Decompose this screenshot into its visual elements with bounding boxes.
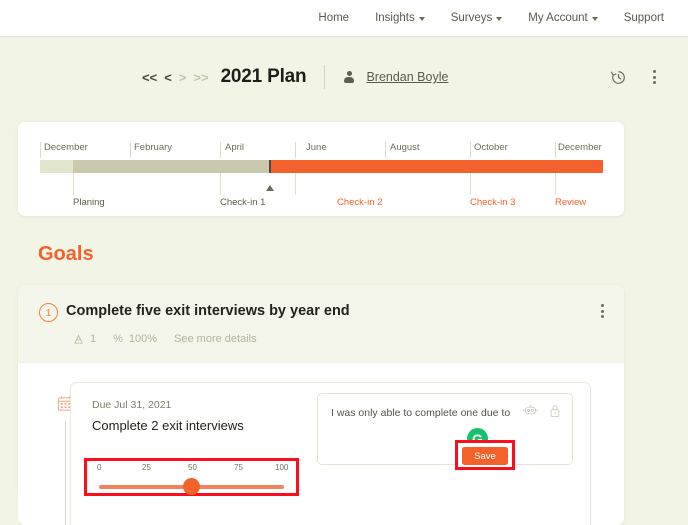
timeline-month-divider	[130, 142, 131, 158]
save-button[interactable]: Save	[462, 447, 508, 465]
slider-highlight-box: 0 25 50 75 100	[84, 458, 299, 496]
nav-item-my-account[interactable]: My Account	[528, 12, 597, 24]
timeline-inner: December February April June August Octo…	[40, 142, 603, 213]
slider-tick-50: 50	[188, 463, 197, 472]
nav-item-surveys[interactable]: Surveys	[451, 12, 503, 24]
nav-item-home[interactable]: Home	[318, 12, 349, 24]
nav-item-label: My Account	[528, 12, 587, 24]
person-icon	[343, 71, 355, 84]
top-navigation-bar: Home Insights Surveys My Account Support	[0, 0, 688, 37]
timeline-month-divider	[220, 142, 221, 158]
slider-tick-75: 75	[234, 463, 243, 472]
task-area: Due Jul 31, 2021 Complete 2 exit intervi…	[18, 363, 624, 525]
goal-card: 1 Complete five exit interviews by year …	[18, 285, 624, 525]
timeline-today-marker	[269, 160, 271, 173]
task-name: Complete 2 exit interviews	[92, 418, 244, 433]
timeline-milestone-checkin-3[interactable]: Check-in 3	[470, 197, 515, 208]
timeline-month-label: December	[44, 142, 88, 153]
percent-icon: %	[113, 333, 123, 345]
chevron-down-icon	[496, 17, 502, 21]
timeline-month-divider	[555, 142, 556, 158]
page-left-margin	[0, 490, 18, 525]
pager-next-button[interactable]: >	[179, 71, 187, 84]
header-divider	[324, 65, 325, 89]
plan-pager: << < > >>	[142, 71, 209, 84]
nav-item-label: Insights	[375, 12, 415, 24]
timeline-month-label: June	[306, 142, 327, 153]
timeline-month-label: December	[558, 142, 602, 153]
chevron-down-icon	[419, 17, 425, 21]
timeline-month-label: April	[225, 142, 244, 153]
history-icon[interactable]	[610, 69, 627, 86]
timeline-milestone-tick	[220, 173, 221, 195]
timeline-month-label: October	[474, 142, 508, 153]
nav-item-label: Home	[318, 12, 349, 24]
goal-meta-row: 1 % 100% See more details	[73, 333, 257, 345]
goal-progress-value: 100%	[129, 333, 157, 345]
timeline-milestone-label-row: Planing Check-in 1 Check-in 2 Check-in 3…	[40, 197, 603, 213]
timeline-milestone-planning[interactable]: Planing	[73, 197, 105, 208]
lock-icon[interactable]	[549, 404, 561, 423]
timeline-milestone-tick	[295, 173, 296, 195]
goal-progress: % 100%	[113, 333, 157, 345]
timeline-milestone-tick	[73, 173, 74, 195]
task-timeline-connector	[65, 421, 66, 525]
timeline-card: December February April June August Octo…	[18, 122, 624, 216]
nav-item-insights[interactable]: Insights	[375, 12, 425, 24]
slider-tick-25: 25	[142, 463, 151, 472]
timeline-month-divider	[385, 142, 386, 158]
timeline-month-label: February	[134, 142, 172, 153]
goal-weight: 1	[73, 333, 96, 345]
save-highlight-box: Save	[455, 440, 515, 470]
pager-last-button[interactable]: >>	[193, 71, 208, 84]
timeline-segment-upcoming	[270, 160, 603, 173]
slider-tick-100: 100	[275, 463, 288, 472]
slider-tick-0: 0	[97, 463, 101, 472]
pager-first-button[interactable]: <<	[142, 71, 157, 84]
weight-icon	[73, 334, 84, 345]
progress-slider[interactable]	[99, 485, 284, 489]
comment-input[interactable]: I was only able to complete one due to	[317, 393, 573, 465]
goals-section-title: Goals	[38, 243, 94, 266]
timeline-month-row: December February April June August Octo…	[40, 142, 603, 158]
nav-item-support[interactable]: Support	[624, 12, 664, 24]
pager-prev-button[interactable]: <	[164, 71, 172, 84]
header-actions	[610, 69, 688, 86]
goal-number-badge: 1	[39, 303, 58, 322]
timeline-month-label: August	[390, 142, 420, 153]
timeline-milestone-review[interactable]: Review	[555, 197, 586, 208]
goal-header: 1 Complete five exit interviews by year …	[18, 285, 624, 363]
slider-thumb[interactable]	[183, 478, 200, 495]
timeline-month-divider	[40, 142, 41, 158]
owner-name-link[interactable]: Brendan Boyle	[366, 70, 448, 84]
app-root: Home Insights Surveys My Account Support…	[0, 0, 688, 525]
header-kebab-menu-icon[interactable]	[653, 70, 656, 84]
nav-item-label: Support	[624, 12, 664, 24]
goal-weight-value: 1	[90, 333, 96, 345]
see-more-details-link[interactable]: See more details	[174, 333, 257, 345]
timeline-today-arrow-icon	[266, 185, 274, 191]
timeline-progress-bar[interactable]	[40, 160, 603, 173]
timeline-milestone-tick	[555, 173, 556, 195]
timeline-month-divider	[295, 142, 296, 158]
page-title: 2021 Plan	[221, 66, 307, 88]
comment-icon-group	[523, 404, 561, 423]
robot-icon[interactable]	[523, 404, 538, 423]
timeline-milestone-checkin-2[interactable]: Check-in 2	[337, 197, 382, 208]
goal-title: Complete five exit interviews by year en…	[66, 303, 350, 319]
slider-scale: 0 25 50 75 100	[97, 463, 286, 477]
nav-item-label: Surveys	[451, 12, 493, 24]
timeline-tick-row	[40, 173, 603, 197]
timeline-milestone-checkin-1[interactable]: Check-in 1	[220, 197, 265, 208]
timeline-milestone-tick	[470, 173, 471, 195]
timeline-segment-past	[73, 160, 270, 173]
goal-kebab-menu-icon[interactable]	[601, 304, 604, 318]
timeline-month-divider	[470, 142, 471, 158]
comment-value: I was only able to complete one due to	[331, 406, 521, 420]
task-due-date: Due Jul 31, 2021	[92, 399, 171, 411]
chevron-down-icon	[592, 17, 598, 21]
timeline-segment-prior	[40, 160, 73, 173]
page-header: << < > >> 2021 Plan Brendan Boyle	[0, 37, 688, 117]
